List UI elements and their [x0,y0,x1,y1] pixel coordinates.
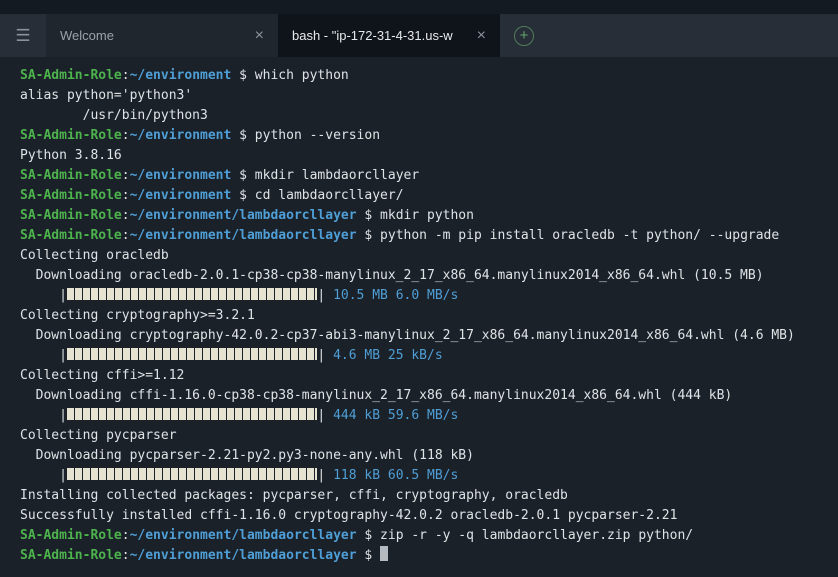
terminal-line: Collecting oracledb [20,246,832,266]
terminal-text: | [20,408,67,423]
terminal[interactable]: SA-Admin-Role:~/environment $ which pyth… [0,57,838,577]
terminal-text: | [317,288,333,303]
tab-bash-label: bash - "ip-172-31-4-31.us-w [292,28,469,43]
terminal-text: | [317,468,333,483]
add-tab-button[interactable]: + [514,26,534,46]
terminal-line: | | 10.5 MB 6.0 MB/s [20,286,832,306]
terminal-line: SA-Admin-Role:~/environment $ mkdir lamb… [20,166,832,186]
terminal-text: SA-Admin-Role [20,168,122,183]
terminal-cursor [380,546,388,561]
terminal-text: $ mkdir python [357,208,474,223]
terminal-text: SA-Admin-Role [20,68,122,83]
terminal-text: ~/environment/lambdaorcllayer [130,228,357,243]
terminal-text: ~/environment/lambdaorcllayer [130,528,357,543]
terminal-text: Downloading pycparser-2.21-py2.py3-none-… [20,448,474,463]
terminal-text: SA-Admin-Role [20,128,122,143]
terminal-text: $ cd lambdaorcllayer/ [231,188,403,203]
terminal-line: Downloading oracledb-2.0.1-cp38-cp38-man… [20,266,832,286]
terminal-text: : [122,528,130,543]
tab-bash-terminal[interactable]: bash - "ip-172-31-4-31.us-w × [278,14,500,57]
terminal-text: Downloading cryptography-42.0.2-cp37-abi… [20,328,795,343]
terminal-text: | [20,468,67,483]
terminal-text: Successfully installed cffi-1.16.0 crypt… [20,508,677,523]
terminal-line: Collecting cffi>=1.12 [20,366,832,386]
terminal-line: | | 444 kB 59.6 MB/s [20,406,832,426]
terminal-line: Downloading cryptography-42.0.2-cp37-abi… [20,326,832,346]
terminal-text: Python 3.8.16 [20,148,122,163]
terminal-line: SA-Admin-Role:~/environment/lambdaorclla… [20,526,832,546]
progress-bar [67,408,317,420]
terminal-text: SA-Admin-Role [20,208,122,223]
terminal-text: ~/environment [130,188,232,203]
terminal-text: | [20,288,67,303]
terminal-text: $ zip -r -y -q lambdaorcllayer.zip pytho… [357,528,694,543]
terminal-line: alias python='python3' [20,86,832,106]
terminal-text: | [20,348,67,363]
terminal-line: SA-Admin-Role:~/environment $ python --v… [20,126,832,146]
close-icon[interactable]: × [477,28,486,44]
terminal-text: Downloading oracledb-2.0.1-cp38-cp38-man… [20,268,764,283]
terminal-line: SA-Admin-Role:~/environment/lambdaorclla… [20,546,832,566]
terminal-line: /usr/bin/python3 [20,106,832,126]
progress-bar [67,468,317,480]
terminal-text: | [317,408,333,423]
terminal-text: Collecting pycparser [20,428,177,443]
terminal-output: SA-Admin-Role:~/environment $ which pyth… [20,66,832,566]
terminal-text: SA-Admin-Role [20,228,122,243]
terminal-line: Downloading cffi-1.16.0-cp38-cp38-manyli… [20,386,832,406]
menu-icon[interactable]: ☰ [0,14,46,57]
terminal-line: | | 118 kB 60.5 MB/s [20,466,832,486]
terminal-line: SA-Admin-Role:~/environment $ cd lambdao… [20,186,832,206]
terminal-text: : [122,68,130,83]
terminal-line: Downloading pycparser-2.21-py2.py3-none-… [20,446,832,466]
terminal-text: $ mkdir lambdaorcllayer [231,168,419,183]
progress-bar [67,288,317,300]
tab-welcome[interactable]: Welcome × [46,14,278,57]
terminal-text: : [122,188,130,203]
terminal-text: | [317,348,333,363]
terminal-text: : [122,208,130,223]
terminal-text: $ python -m pip install oracledb -t pyth… [357,228,780,243]
terminal-text: ~/environment/lambdaorcllayer [130,208,357,223]
terminal-line: Collecting pycparser [20,426,832,446]
terminal-text: Collecting cffi>=1.12 [20,368,184,383]
terminal-line: SA-Admin-Role:~/environment $ which pyth… [20,66,832,86]
terminal-line: Python 3.8.16 [20,146,832,166]
terminal-text: 444 kB 59.6 MB/s [333,408,458,423]
terminal-line: Installing collected packages: pycparser… [20,486,832,506]
terminal-text: : [122,228,130,243]
progress-bar [67,348,317,360]
terminal-text: Collecting oracledb [20,248,169,263]
terminal-text: ~/environment [130,68,232,83]
terminal-text: 118 kB 60.5 MB/s [333,468,458,483]
tab-welcome-label: Welcome [60,28,247,43]
terminal-line: SA-Admin-Role:~/environment/lambdaorclla… [20,206,832,226]
close-icon[interactable]: × [255,28,264,44]
terminal-line: SA-Admin-Role:~/environment/lambdaorclla… [20,226,832,246]
terminal-text: Installing collected packages: pycparser… [20,488,568,503]
terminal-text: ~/environment [130,168,232,183]
terminal-text: /usr/bin/python3 [20,108,208,123]
terminal-text: : [122,548,130,563]
terminal-text: $ which python [231,68,348,83]
terminal-text: ~/environment [130,128,232,143]
terminal-text: $ python --version [231,128,380,143]
window-top-strip [0,0,838,14]
terminal-text: Downloading cffi-1.16.0-cp38-cp38-manyli… [20,388,732,403]
tab-bar: ☰ Welcome × bash - "ip-172-31-4-31.us-w … [0,14,838,57]
terminal-text: : [122,168,130,183]
terminal-text: ~/environment/lambdaorcllayer [130,548,357,563]
terminal-text: alias python='python3' [20,88,192,103]
terminal-line: Successfully installed cffi-1.16.0 crypt… [20,506,832,526]
terminal-line: Collecting cryptography>=3.2.1 [20,306,832,326]
terminal-text: Collecting cryptography>=3.2.1 [20,308,255,323]
terminal-text: 10.5 MB 6.0 MB/s [333,288,458,303]
terminal-text: $ [357,548,380,563]
terminal-text: : [122,128,130,143]
terminal-text: SA-Admin-Role [20,548,122,563]
terminal-text: 4.6 MB 25 kB/s [333,348,443,363]
terminal-line: | | 4.6 MB 25 kB/s [20,346,832,366]
terminal-text: SA-Admin-Role [20,528,122,543]
terminal-text: SA-Admin-Role [20,188,122,203]
